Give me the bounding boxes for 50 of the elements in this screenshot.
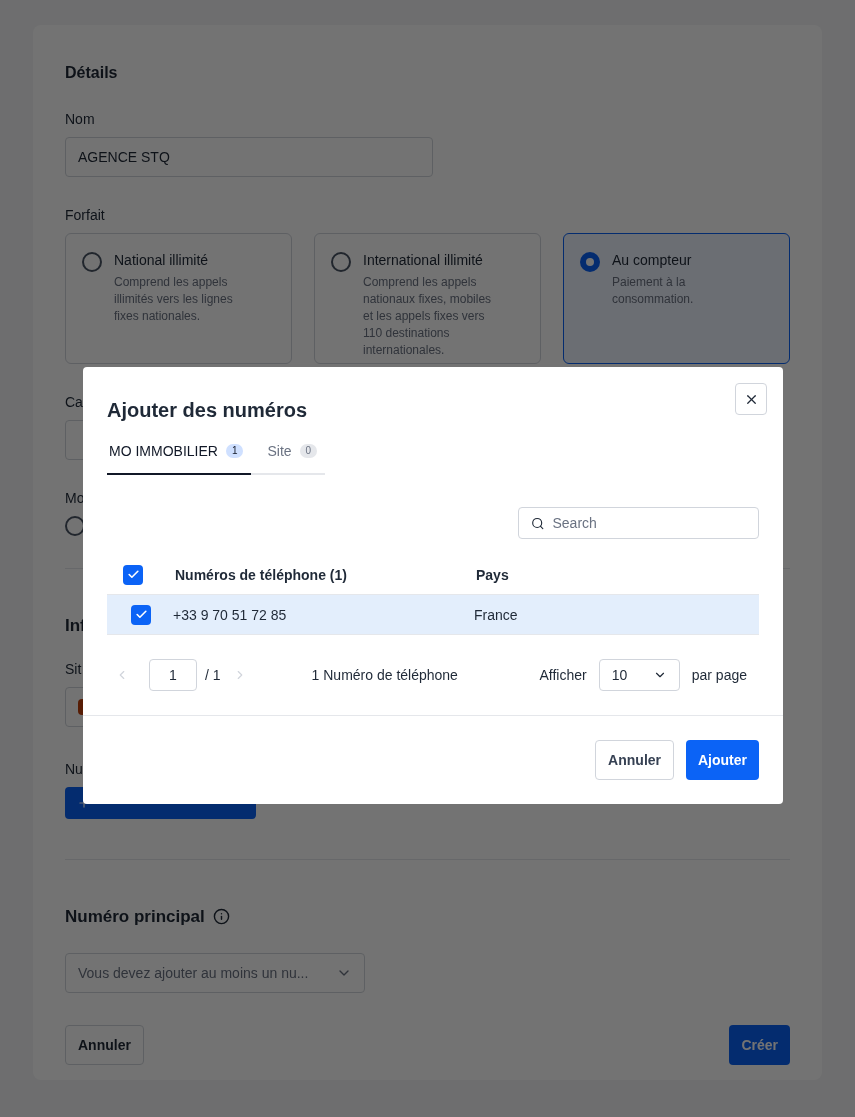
plan-title: National illimité [114,251,210,270]
modal-title: Ajouter des numéros [107,398,308,423]
check-icon [134,608,148,621]
radio-button[interactable] [331,252,351,272]
field-label: Sit [65,659,82,679]
table-cell-text: France [474,605,518,625]
column-header: Pays [476,565,509,585]
radio-button[interactable] [82,252,102,272]
column-header: Numéros de téléphone (1) [175,565,348,585]
count-badge: 1 [225,443,244,459]
search-box[interactable]: Search [518,507,759,539]
table-row[interactable]: +33 9 70 51 72 85 France [107,595,759,635]
plan-description: Paiement à la consommation. [612,274,695,308]
show-label: Afficher [539,666,587,685]
checkbox[interactable] [123,564,143,585]
result-count: 1 Numéro de téléphone [311,666,458,685]
field-label: Nu [65,759,83,779]
create-button[interactable]: Créer [729,1025,790,1065]
plan-title: International illimité [363,251,484,270]
info-icon[interactable] [212,907,230,925]
field-label: Forfait [65,206,106,225]
plan-title: Au compteur [612,251,693,270]
radio-button[interactable] [580,252,600,272]
search-field[interactable]: Search [552,513,746,533]
field-label: Nom [65,110,96,129]
plan-description: Comprend les appels illimités vers les lignes fixes nationales. [114,274,234,325]
page-field[interactable]: 1 [149,659,197,691]
plan-description: Comprend les appels nationaux fixes, mobiles et les appels fixes vers 110 destinations internationales. [363,274,493,359]
plan-option-card[interactable]: International illimité Comprend les appels nationaux fixes, mobiles et les appels fixes vers 110 destinations internationales. [314,233,541,364]
main-number-select[interactable]: Vous devez ajouter au moins un nu... [65,953,365,993]
count-badge: 0 [299,443,318,459]
close-button[interactable] [735,383,767,415]
tab[interactable]: MO IMMOBILIER 1 [107,441,252,475]
page-size-select[interactable]: 10 [598,659,680,691]
tab[interactable]: Site 0 [251,441,326,475]
check-icon [126,568,140,581]
table-cell-text: +33 9 70 51 72 85 [173,605,288,625]
field-label: Ca [65,393,83,412]
checkbox[interactable] [131,604,151,625]
per-page-label: par page [691,666,747,685]
plan-option-card[interactable]: Au compteur Paiement à la consommation. [563,233,790,364]
cancel-button[interactable]: Annuler [65,1025,144,1065]
page-total: / 1 [205,666,221,685]
name-field[interactable]: AGENCE STQ [65,137,433,177]
search-icon [531,515,545,531]
add-button[interactable]: Ajouter [686,740,759,780]
plan-option-card[interactable]: National illimité Comprend les appels illimités vers les lignes fixes nationales. [65,233,292,364]
cancel-button[interactable]: Annuler [595,740,674,780]
section-heading: Numéro principal [65,905,205,928]
section-heading: Détails [65,63,119,83]
